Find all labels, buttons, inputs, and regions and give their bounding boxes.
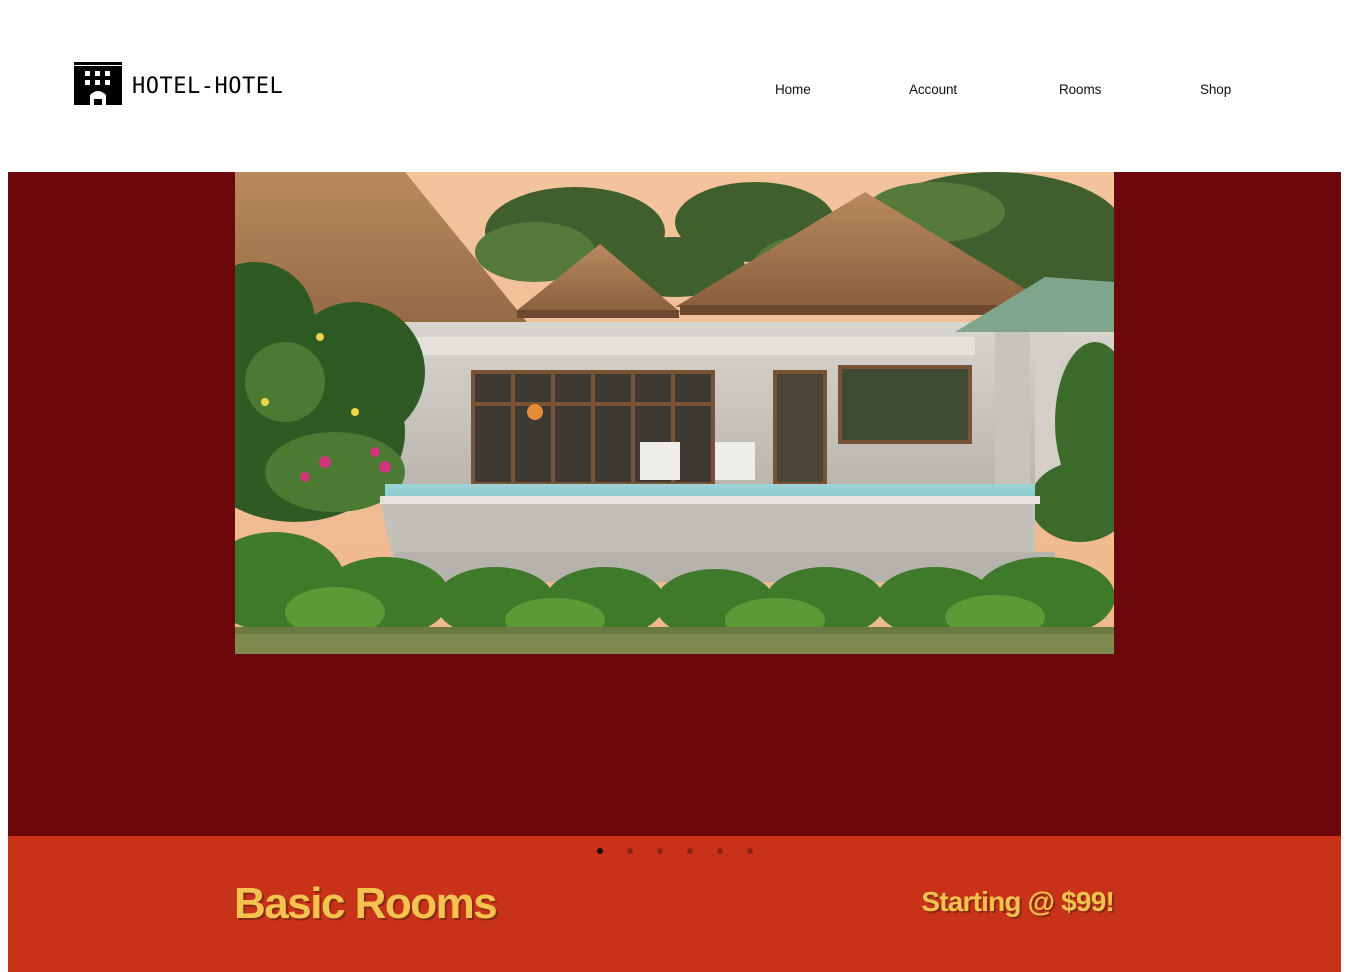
nav-account-link[interactable]: Account <box>909 82 957 97</box>
carousel-caption: Basic Rooms Starting @ $99! <box>8 836 1341 972</box>
hero-carousel <box>8 172 1341 836</box>
nav-shop-link[interactable]: Shop <box>1200 82 1231 97</box>
nav-rooms-link[interactable]: Rooms <box>1059 82 1101 97</box>
carousel-dot-4[interactable] <box>687 848 693 854</box>
carousel-indicators <box>8 848 1341 856</box>
carousel-dot-1[interactable] <box>597 848 603 854</box>
slide-title: Basic Rooms <box>234 879 498 928</box>
nav-home-link[interactable]: Home <box>775 82 811 97</box>
carousel-dot-6[interactable] <box>747 848 753 854</box>
carousel-dot-5[interactable] <box>717 848 723 854</box>
carousel-dot-2[interactable] <box>627 848 633 854</box>
main-nav: Home Account Rooms Shop <box>0 82 1366 102</box>
carousel-dot-3[interactable] <box>657 848 663 854</box>
slide-price: Starting @ $99! <box>921 886 1114 917</box>
villa-pool-photo <box>235 172 1114 654</box>
